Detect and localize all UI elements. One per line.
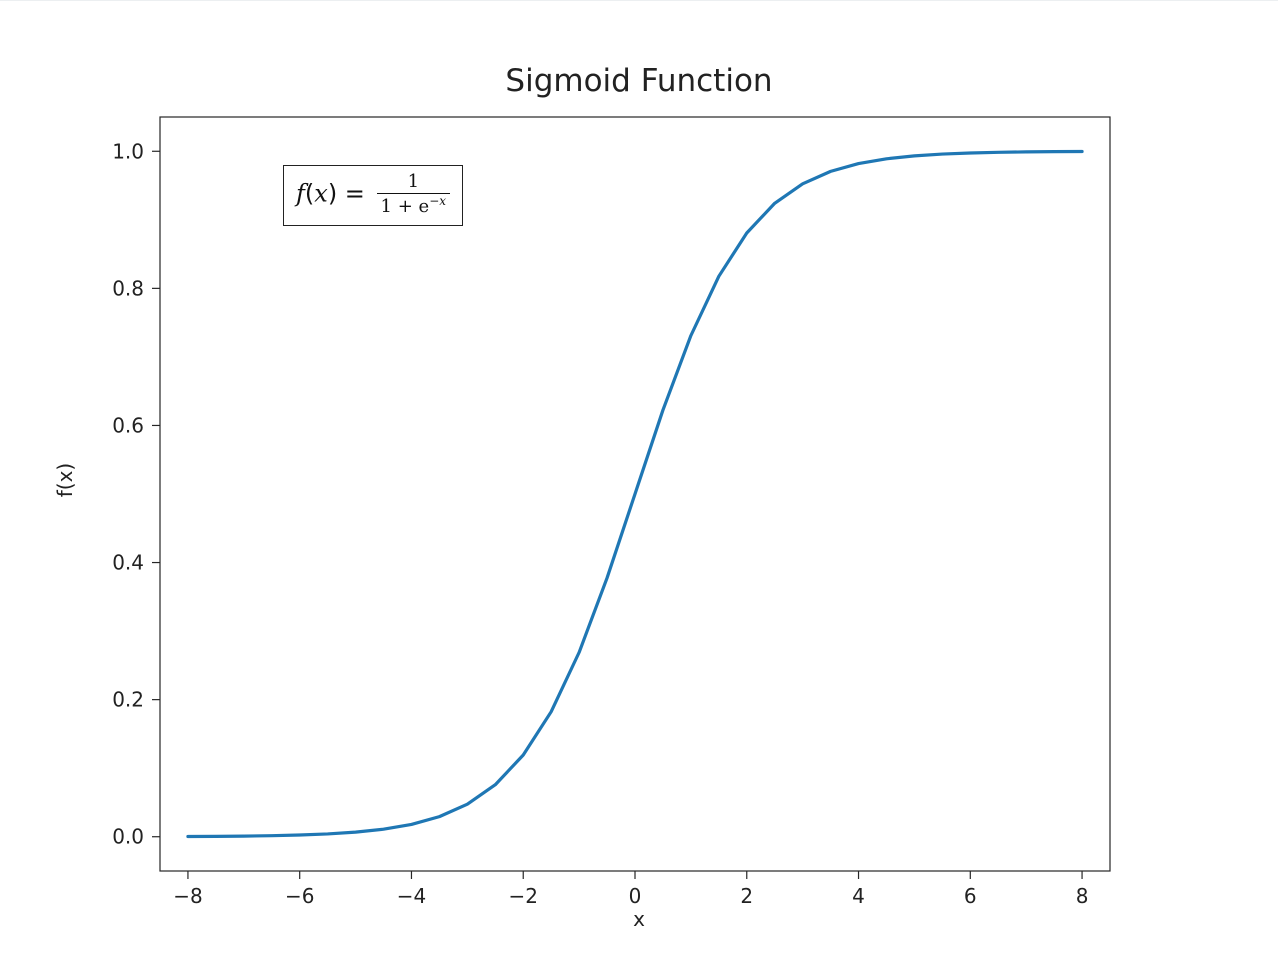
- x-tick-label: 6: [964, 884, 977, 908]
- x-tick-label: 4: [852, 884, 865, 908]
- chart-canvas: −8 −6 −4 −2 0 2 4 6 8 0.0 0.2 0.4 0.6 0.8 1.0: [0, 1, 1278, 958]
- x-tick-label: −2: [508, 884, 537, 908]
- y-tick-label: 0.0: [112, 825, 144, 849]
- formula-annotation: f(x) = 1 1 + e−x: [283, 165, 463, 226]
- y-tick-label: 0.6: [112, 413, 144, 437]
- sigmoid-line: [188, 152, 1082, 837]
- x-tick-label: −4: [397, 884, 426, 908]
- y-tick-label: 0.4: [112, 551, 144, 575]
- x-tick-label: −6: [285, 884, 314, 908]
- x-tick-label: −8: [173, 884, 202, 908]
- x-tick-label: 0: [629, 884, 642, 908]
- y-tick-label: 1.0: [112, 139, 144, 163]
- chart-figure: Sigmoid Function f(x) x −8−6−4−2024680.0…: [0, 0, 1278, 958]
- x-tick-label: 8: [1076, 884, 1089, 908]
- x-tick-label: 2: [740, 884, 753, 908]
- y-tick-label: 0.2: [112, 688, 144, 712]
- y-tick-label: 0.8: [112, 276, 144, 300]
